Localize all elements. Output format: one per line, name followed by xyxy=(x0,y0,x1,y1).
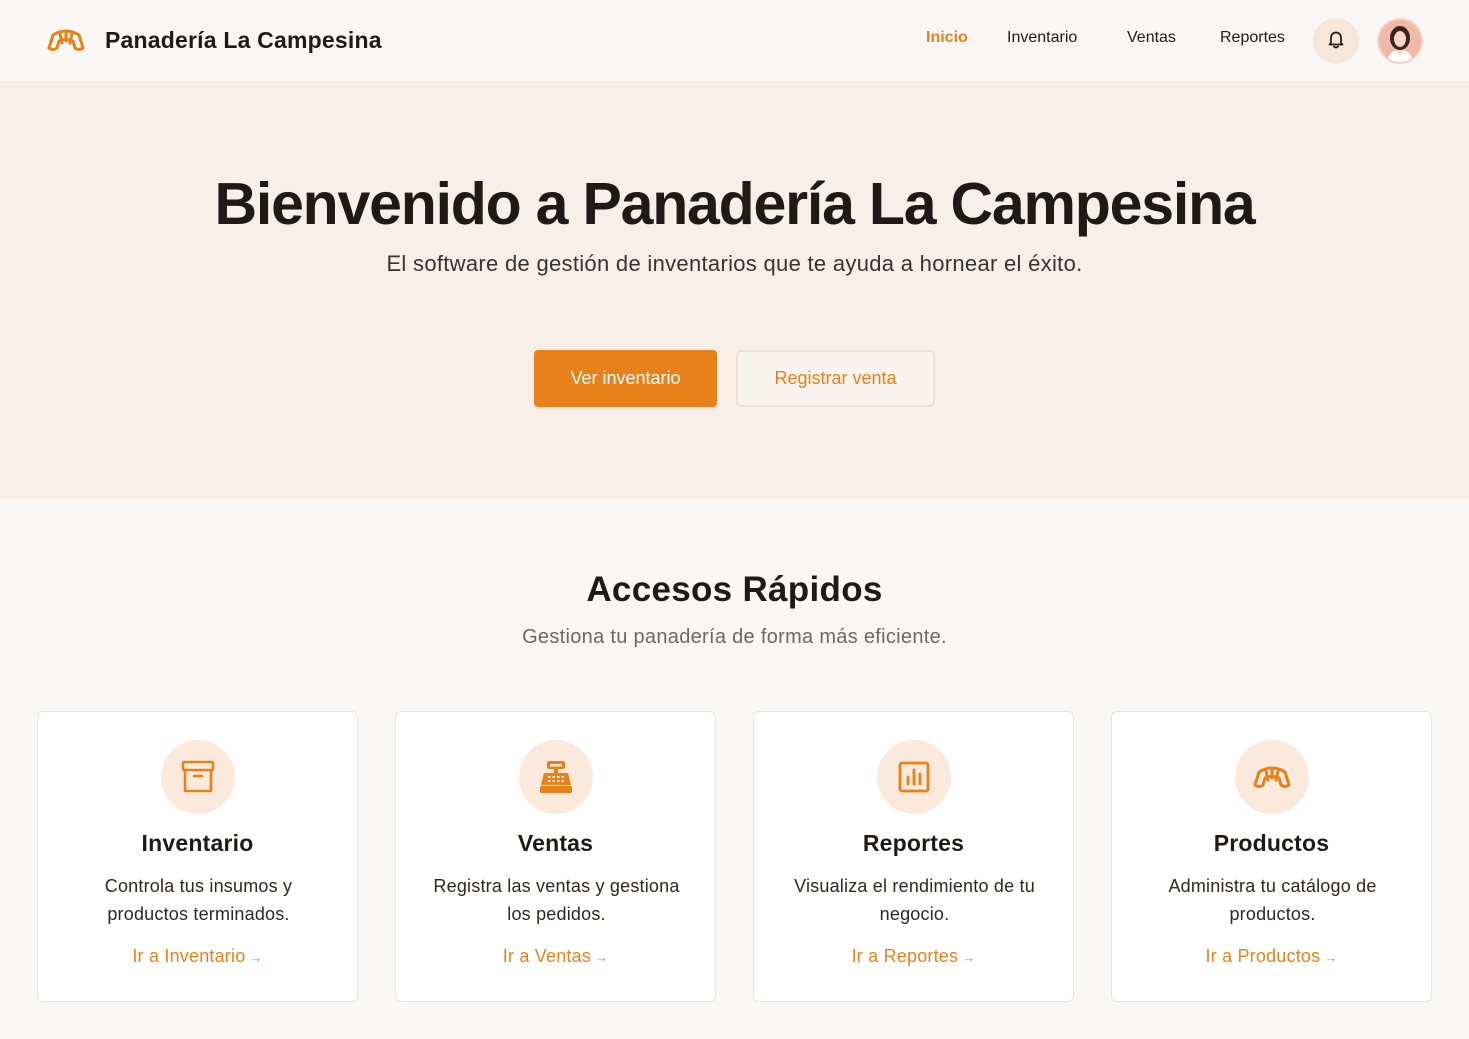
nav-inventario[interactable]: Inventario xyxy=(1007,29,1077,47)
card-link-label: Ir a Reportes xyxy=(851,946,959,966)
arrow-right-icon: → xyxy=(962,950,976,965)
bar-chart-icon xyxy=(877,740,951,814)
card-title: Inventario xyxy=(141,830,254,856)
card-productos: Productos Administra tu catálogo de prod… xyxy=(1111,711,1432,1002)
archive-box-icon xyxy=(161,740,235,814)
nav-reportes[interactable]: Reportes xyxy=(1220,29,1285,47)
card-description: Controla tus insumos y productos termina… xyxy=(104,876,293,924)
croissant-icon xyxy=(1235,740,1309,814)
card-title: Ventas xyxy=(517,830,594,856)
card-description: Registra las ventas y gestiona los pedid… xyxy=(433,876,680,924)
arrow-right-icon: → xyxy=(1324,950,1338,965)
section-title: Accesos Rápidos xyxy=(586,570,883,609)
card-title: Productos xyxy=(1213,830,1330,856)
arrow-right-icon: → xyxy=(249,950,263,965)
card-ventas: Ventas Registra las ventas y gestiona lo… xyxy=(395,711,716,1002)
register-sale-button[interactable]: Registrar venta xyxy=(736,350,935,407)
card-reportes: Reportes Visualiza el rendimiento de tu … xyxy=(753,711,1074,1002)
card-link-label: Ir a Productos xyxy=(1205,946,1321,966)
card-link-label: Ir a Inventario xyxy=(132,946,246,966)
notifications-button[interactable] xyxy=(1313,18,1359,64)
go-inventario-link[interactable]: Ir a Inventario → xyxy=(38,946,357,967)
hero-subtitle: El software de gestión de inventarios qu… xyxy=(386,251,1083,276)
cash-register-icon xyxy=(519,740,593,814)
card-link-label: Ir a Ventas xyxy=(502,946,592,966)
card-description: Administra tu catálogo de productos. xyxy=(1168,876,1377,924)
user-avatar[interactable] xyxy=(1377,18,1423,64)
top-navbar: Panadería La Campesina Inicio Inventario… xyxy=(0,0,1469,83)
hero-title: Bienvenido a Panadería La Campesina xyxy=(214,171,1255,237)
card-title: Reportes xyxy=(862,830,965,856)
main-nav: Inicio Inventario Ventas Reportes xyxy=(0,29,1469,53)
card-inventario: Inventario Controla tus insumos y produc… xyxy=(37,711,358,1002)
hero-section: Bienvenido a Panadería La Campesina El s… xyxy=(0,84,1469,499)
card-description: Visualiza el rendimiento de tu negocio. xyxy=(794,876,1035,924)
section-subtitle: Gestiona tu panadería de forma más efici… xyxy=(522,626,947,648)
go-ventas-link[interactable]: Ir a Ventas → xyxy=(396,946,715,967)
nav-ventas[interactable]: Ventas xyxy=(1127,29,1176,47)
view-inventory-button[interactable]: Ver inventario xyxy=(534,350,717,407)
go-reportes-link[interactable]: Ir a Reportes → xyxy=(754,946,1073,967)
arrow-right-icon: → xyxy=(595,950,609,965)
nav-inicio[interactable]: Inicio xyxy=(926,29,968,47)
bell-icon xyxy=(1327,29,1345,54)
go-productos-link[interactable]: Ir a Productos → xyxy=(1112,946,1431,967)
